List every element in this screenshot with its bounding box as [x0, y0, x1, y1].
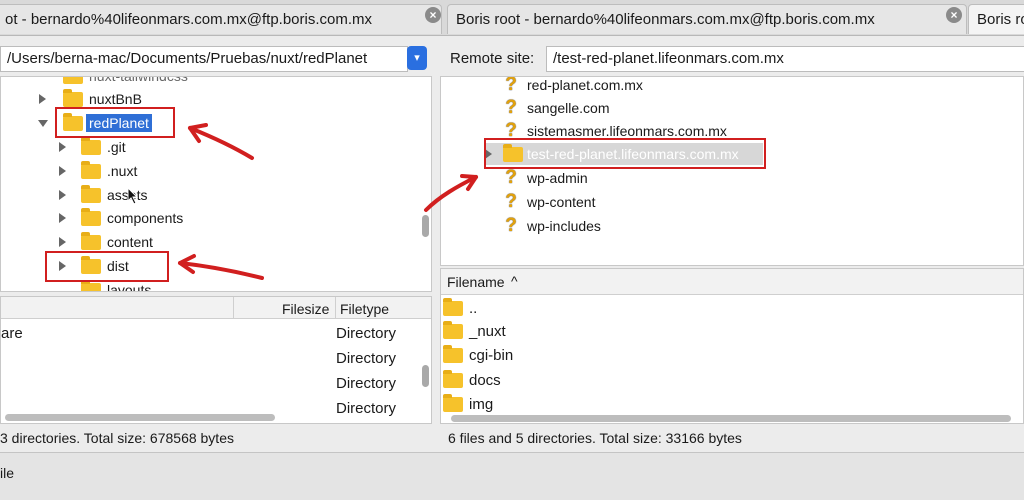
annotation-arrows	[178, 123, 478, 280]
annotation-arrow	[424, 175, 478, 212]
mouse-cursor-icon	[127, 187, 139, 205]
annotation-arrow	[188, 126, 254, 160]
